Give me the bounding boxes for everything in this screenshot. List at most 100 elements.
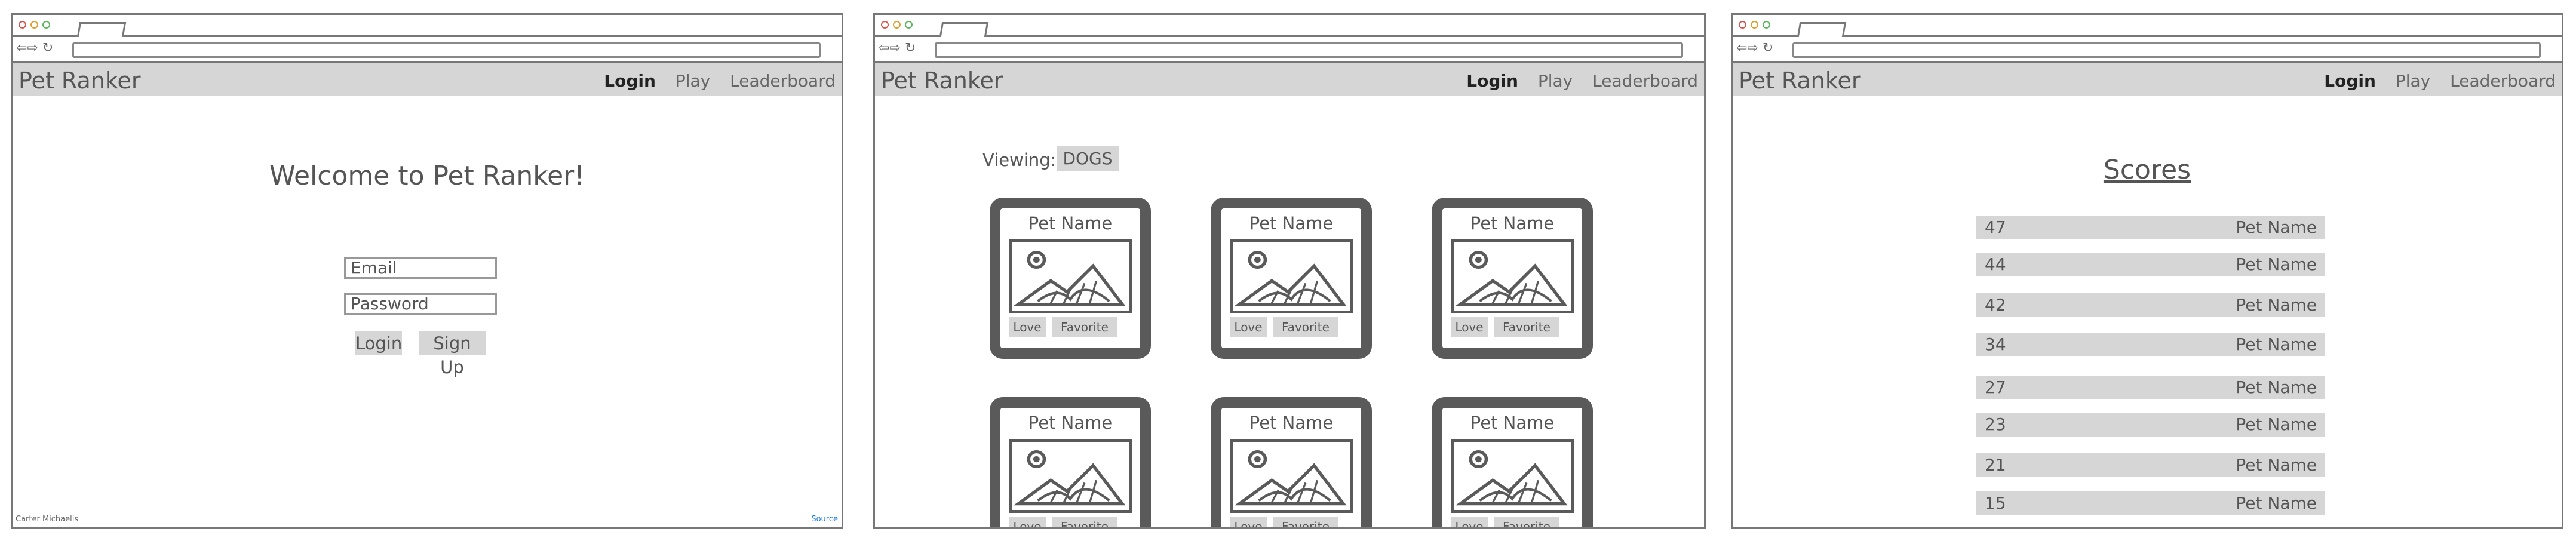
source-link[interactable]: Source — [811, 515, 838, 524]
maximize-window-icon[interactable] — [1763, 21, 1770, 29]
score-pet-name: Pet Name — [2236, 217, 2317, 237]
title-bar — [875, 15, 1704, 37]
brand-logo[interactable]: Pet Ranker — [19, 67, 141, 94]
pet-name: Pet Name — [1249, 413, 1334, 433]
navbar: Pet Ranker Login Play Leaderboard — [13, 63, 842, 96]
minimize-window-icon[interactable] — [1751, 21, 1758, 29]
nav-links: Login Play Leaderboard — [2310, 71, 2556, 91]
address-bar-row: ⇦⇨ ↻ — [1733, 37, 2562, 63]
close-window-icon[interactable] — [19, 21, 26, 29]
image-placeholder-icon — [1451, 239, 1574, 313]
nav-leaderboard-link[interactable]: Leaderboard — [2450, 71, 2556, 91]
nav-play-link[interactable]: Play — [676, 71, 710, 91]
browser-tab[interactable] — [939, 22, 989, 37]
score-pet-name: Pet Name — [2236, 334, 2317, 354]
love-button[interactable]: Love — [1451, 317, 1488, 337]
favorite-button[interactable]: Favorite — [1052, 317, 1117, 337]
back-forward-reload-icon[interactable]: ⇦⇨ ↻ — [16, 41, 53, 56]
signup-button[interactable]: Sign Up — [419, 331, 486, 377]
maximize-window-icon[interactable] — [42, 21, 50, 29]
address-bar-row: ⇦⇨ ↻ — [13, 37, 842, 63]
browser-tab[interactable] — [1797, 22, 1847, 37]
score-row: 47 Pet Name — [1976, 216, 2325, 239]
password-field[interactable]: Password — [344, 293, 497, 315]
love-button[interactable]: Love — [1451, 517, 1488, 527]
close-window-icon[interactable] — [1739, 21, 1746, 29]
pet-card: Pet Name Love Favorite — [1211, 397, 1372, 527]
pet-card-body: Pet Name Love Favorite — [1442, 208, 1582, 348]
nav-leaderboard-link[interactable]: Leaderboard — [1592, 71, 1698, 91]
image-placeholder-icon — [1009, 439, 1132, 513]
score-row: 34 Pet Name — [1976, 333, 2325, 356]
footer-author: Carter Michaelis — [16, 515, 79, 524]
address-bar-row: ⇦⇨ ↻ — [875, 37, 1704, 63]
score-row: 21 Pet Name — [1976, 453, 2325, 477]
pet-card-body: Pet Name Love Favorite — [1221, 208, 1361, 348]
pet-card-body: Pet Name Love Favorite — [1000, 408, 1140, 527]
image-placeholder-icon — [1451, 439, 1574, 513]
nav-leaderboard-link[interactable]: Leaderboard — [730, 71, 836, 91]
score-pet-name: Pet Name — [2236, 254, 2317, 274]
image-placeholder-icon — [1009, 239, 1132, 313]
love-button[interactable]: Love — [1230, 317, 1267, 337]
favorite-button[interactable]: Favorite — [1494, 517, 1559, 527]
close-window-icon[interactable] — [881, 21, 889, 29]
favorite-button[interactable]: Favorite — [1052, 517, 1117, 527]
nav-play-link[interactable]: Play — [1538, 71, 1573, 91]
scores-heading: Scores — [2103, 155, 2191, 185]
score-value: 23 — [1985, 414, 2006, 434]
login-button[interactable]: Login — [355, 331, 402, 355]
score-value: 15 — [1985, 493, 2006, 513]
nav-links: Login Play Leaderboard — [589, 71, 836, 91]
score-row: 42 Pet Name — [1976, 293, 2325, 317]
score-value: 34 — [1985, 334, 2006, 354]
nav-links: Login Play Leaderboard — [1452, 71, 1698, 91]
nav-login-link[interactable]: Login — [1466, 71, 1518, 91]
favorite-button[interactable]: Favorite — [1273, 317, 1338, 337]
url-input[interactable] — [935, 42, 1683, 58]
back-forward-reload-icon[interactable]: ⇦⇨ ↻ — [879, 41, 916, 56]
pet-card: Pet Name Love Favorite — [990, 198, 1151, 359]
browser-tab[interactable] — [76, 22, 127, 37]
title-bar — [13, 15, 842, 37]
score-pet-name: Pet Name — [2236, 377, 2317, 397]
score-value: 27 — [1985, 377, 2006, 397]
favorite-button[interactable]: Favorite — [1494, 317, 1559, 337]
pet-card: Pet Name Love Favorite — [1432, 198, 1593, 359]
love-button[interactable]: Love — [1009, 517, 1046, 527]
score-value: 47 — [1985, 217, 2006, 237]
navbar: Pet Ranker Login Play Leaderboard — [875, 63, 1704, 96]
love-button[interactable]: Love — [1009, 317, 1046, 337]
pet-card-body: Pet Name Love Favorite — [1221, 408, 1361, 527]
back-forward-reload-icon[interactable]: ⇦⇨ ↻ — [1736, 41, 1773, 56]
score-row: 44 Pet Name — [1976, 253, 2325, 276]
pet-card: Pet Name Love Favorite — [990, 397, 1151, 527]
nav-play-link[interactable]: Play — [2396, 71, 2430, 91]
brand-logo[interactable]: Pet Ranker — [881, 67, 1003, 94]
brand-logo[interactable]: Pet Ranker — [1739, 67, 1861, 94]
image-placeholder-icon — [1230, 439, 1353, 513]
score-value: 21 — [1985, 455, 2006, 475]
viewing-label: Viewing: — [982, 150, 1057, 170]
pet-name: Pet Name — [1470, 413, 1555, 433]
maximize-window-icon[interactable] — [905, 21, 913, 29]
score-value: 42 — [1985, 295, 2006, 315]
browser-window-login: ⇦⇨ ↻ Pet Ranker Login Play Leaderboard W… — [11, 13, 843, 529]
browser-window-play: ⇦⇨ ↻ Pet Ranker Login Play Leaderboard V… — [873, 13, 1706, 529]
url-input[interactable] — [72, 42, 821, 58]
favorite-button[interactable]: Favorite — [1273, 517, 1338, 527]
email-field[interactable]: Email — [344, 257, 497, 279]
welcome-heading: Welcome to Pet Ranker! — [269, 161, 585, 191]
nav-login-link[interactable]: Login — [2324, 71, 2376, 91]
url-input[interactable] — [1792, 42, 2541, 58]
minimize-window-icon[interactable] — [893, 21, 901, 29]
category-selector[interactable]: DOGS — [1057, 146, 1119, 171]
minimize-window-icon[interactable] — [30, 21, 38, 29]
pet-card-body: Pet Name Love Favorite — [1442, 408, 1582, 527]
pet-card: Pet Name Love Favorite — [1211, 198, 1372, 359]
nav-login-link[interactable]: Login — [604, 71, 656, 91]
love-button[interactable]: Love — [1230, 517, 1267, 527]
score-pet-name: Pet Name — [2236, 295, 2317, 315]
score-pet-name: Pet Name — [2236, 414, 2317, 434]
score-value: 44 — [1985, 254, 2006, 274]
